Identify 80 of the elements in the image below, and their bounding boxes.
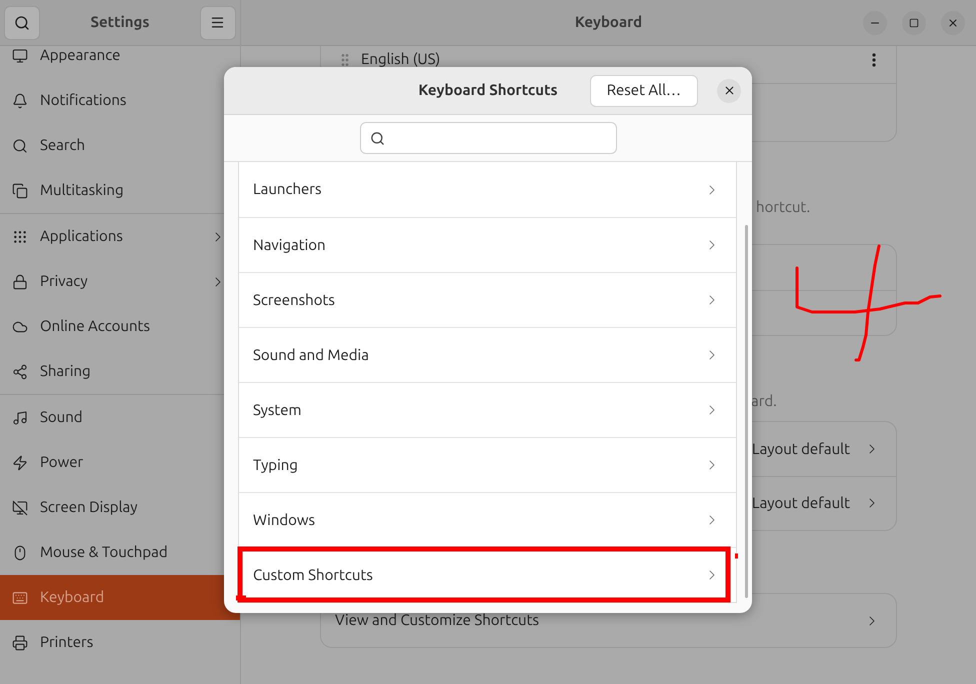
maximize-button[interactable]: [902, 10, 926, 34]
category-row[interactable]: Typing: [239, 437, 736, 492]
category-label: Typing: [253, 454, 298, 475]
menu-button[interactable]: [200, 6, 236, 40]
category-row[interactable]: Navigation: [239, 217, 736, 272]
category-label: Custom Shortcuts: [253, 564, 373, 585]
category-row[interactable]: Screenshots: [239, 272, 736, 327]
sidebar-label: Mouse & Touchpad: [40, 542, 169, 562]
monitor-icon: [12, 48, 28, 64]
display-icon: [12, 500, 28, 516]
description-text: hortcut.: [756, 198, 810, 215]
sidebar-item[interactable]: Search: [0, 123, 240, 168]
layout-value: Layout default: [752, 493, 850, 514]
sidebar-label: Multitasking: [40, 180, 125, 200]
printer-icon: [12, 634, 28, 650]
sidebar-item[interactable]: Sound: [0, 395, 240, 440]
sidebar-item[interactable]: Screen Display: [0, 485, 240, 530]
category-row[interactable]: System: [239, 382, 736, 437]
grid-icon: [12, 228, 28, 244]
keyboard-icon: [12, 590, 28, 606]
sidebar-label: Notifications: [40, 90, 128, 110]
music-note-icon: [12, 410, 28, 426]
sidebar-label: Sound: [40, 407, 84, 428]
close-icon: [947, 16, 959, 28]
search-button[interactable]: [4, 6, 40, 40]
category-label: Screenshots: [253, 290, 335, 310]
sidebar-item[interactable]: Privacy: [0, 259, 240, 304]
menu-icon: [210, 15, 226, 30]
description-text: ard.: [751, 392, 777, 409]
window-title: Keyboard: [574, 12, 642, 32]
category-label: Navigation: [253, 234, 326, 255]
sidebar-label: Sharing: [40, 361, 92, 382]
sidebar-label: Search: [40, 135, 86, 156]
close-button[interactable]: [941, 10, 965, 34]
shortcuts-label: View and Customize Shortcuts: [335, 610, 540, 630]
category-row[interactable]: Launchers: [239, 162, 736, 217]
sidebar-item[interactable]: Online Accounts: [0, 304, 240, 349]
sidebar-label: Printers: [40, 632, 94, 652]
sidebar-label: Online Accounts: [40, 316, 151, 336]
dialog-title: Keyboard Shortcuts: [418, 80, 558, 100]
sidebar-item[interactable]: Sharing: [0, 349, 240, 394]
sidebar-item[interactable]: Power: [0, 440, 240, 485]
sidebar-label: Privacy: [40, 271, 89, 292]
sidebar-item[interactable]: Notifications: [0, 78, 240, 123]
category-row[interactable]: Windows: [239, 492, 736, 547]
category-row[interactable]: Custom Shortcuts: [239, 547, 736, 602]
lightning-icon: [12, 454, 28, 470]
search-field[interactable]: [360, 122, 616, 154]
maximize-icon: [909, 18, 919, 28]
reset-all-button[interactable]: Reset All…: [590, 74, 698, 106]
windows-icon: [12, 182, 28, 198]
mouse-icon: [12, 544, 28, 560]
search-icon: [370, 130, 384, 146]
sidebar-label: Screen Display: [40, 497, 138, 518]
sidebar-label: Keyboard: [40, 587, 106, 608]
category-label: Launchers: [253, 179, 322, 200]
input-source-label: English (US): [361, 49, 442, 70]
close-icon: [722, 84, 736, 97]
search-icon: [12, 138, 28, 154]
more-icon: [872, 52, 876, 66]
category-label: Windows: [253, 510, 316, 530]
category-label: System: [253, 400, 302, 420]
search-icon: [14, 14, 30, 30]
sidebar-label: Appearance: [40, 46, 122, 66]
sidebar-item[interactable]: Applications: [0, 214, 240, 259]
scrollbar[interactable]: [745, 225, 748, 598]
sidebar-item[interactable]: Printers: [0, 620, 240, 665]
layout-value: Layout default: [752, 438, 850, 459]
sidebar-item[interactable]: Appearance: [0, 46, 240, 78]
bell-icon: [12, 92, 28, 108]
sidebar-label: Applications: [40, 226, 124, 246]
category-label: Sound and Media: [253, 344, 369, 365]
close-button[interactable]: [717, 78, 741, 102]
sidebar-label: Power: [40, 452, 84, 472]
lock-icon: [12, 274, 28, 290]
share-icon: [12, 364, 28, 380]
sidebar-item[interactable]: Mouse & Touchpad: [0, 530, 240, 575]
category-row[interactable]: Sound and Media: [239, 327, 736, 382]
sidebar-title: Settings: [90, 12, 150, 32]
sidebar-item[interactable]: Multitasking: [0, 168, 240, 213]
